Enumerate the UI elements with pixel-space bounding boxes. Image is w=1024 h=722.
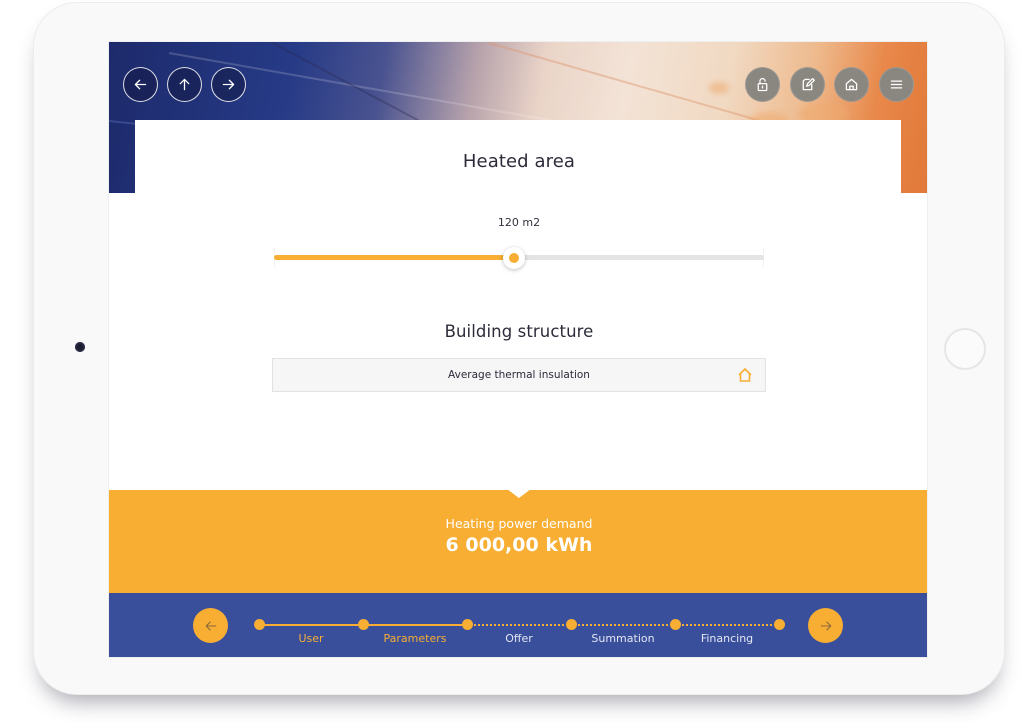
step-user[interactable]: User xyxy=(261,632,361,645)
menu-button[interactable] xyxy=(879,67,914,102)
unlock-button[interactable] xyxy=(745,67,780,102)
result-notch xyxy=(507,489,531,498)
camera-dot xyxy=(75,342,85,352)
heated-area-title: Heated area xyxy=(462,151,576,172)
arrow-right-icon xyxy=(820,620,831,631)
banner-bokeh xyxy=(709,82,729,94)
house-icon xyxy=(737,367,753,383)
step-dot-user[interactable] xyxy=(357,619,369,630)
result-panel: Heating power demand 6 000,00 kWh xyxy=(109,489,927,593)
edit-document-icon xyxy=(802,77,815,91)
hamburger-menu-icon xyxy=(890,80,903,89)
up-button[interactable] xyxy=(167,67,202,102)
step-summation[interactable]: Summation xyxy=(573,632,673,645)
heated-area-slider[interactable] xyxy=(274,247,764,269)
home-button[interactable] xyxy=(834,67,869,102)
edit-button[interactable] xyxy=(790,67,825,102)
building-structure-select[interactable]: Average thermal insulation xyxy=(272,358,766,392)
result-label: Heating power demand xyxy=(445,516,593,531)
building-structure-value: Average thermal insulation xyxy=(448,369,590,381)
arrow-right-icon xyxy=(222,79,235,90)
app-screen: Heated area 120 m2 Building structure Av… xyxy=(108,41,928,658)
slider-fill xyxy=(274,255,515,260)
step-dot-start xyxy=(253,619,265,630)
step-connector xyxy=(259,624,363,626)
forward-button[interactable] xyxy=(211,67,246,102)
result-value: 6 000,00 kWh xyxy=(445,534,593,556)
step-connector xyxy=(363,624,467,626)
step-connector xyxy=(675,624,779,626)
unlock-icon xyxy=(757,77,768,92)
heated-area-value: 120 m2 xyxy=(497,216,541,229)
step-offer[interactable]: Offer xyxy=(469,632,569,645)
tablet-home-button[interactable] xyxy=(944,328,986,370)
step-dot-parameters[interactable] xyxy=(461,619,473,630)
step-connector xyxy=(467,624,571,626)
arrow-left-icon xyxy=(205,620,216,631)
arrow-up-icon xyxy=(179,78,190,91)
previous-step-button[interactable] xyxy=(193,608,228,643)
next-step-button[interactable] xyxy=(808,608,843,643)
home-icon xyxy=(845,78,858,91)
progress-stepper: User Parameters Offer Summation Financin… xyxy=(109,593,927,657)
step-parameters[interactable]: Parameters xyxy=(365,632,465,645)
step-connector xyxy=(571,624,675,626)
arrow-left-icon xyxy=(134,79,147,90)
back-button[interactable] xyxy=(123,67,158,102)
step-dot-financing[interactable] xyxy=(773,619,785,630)
building-structure-title: Building structure xyxy=(444,322,594,341)
step-financing[interactable]: Financing xyxy=(677,632,777,645)
step-dot-summation[interactable] xyxy=(669,619,681,630)
slider-thumb[interactable] xyxy=(503,247,526,269)
step-dot-offer[interactable] xyxy=(565,619,577,630)
